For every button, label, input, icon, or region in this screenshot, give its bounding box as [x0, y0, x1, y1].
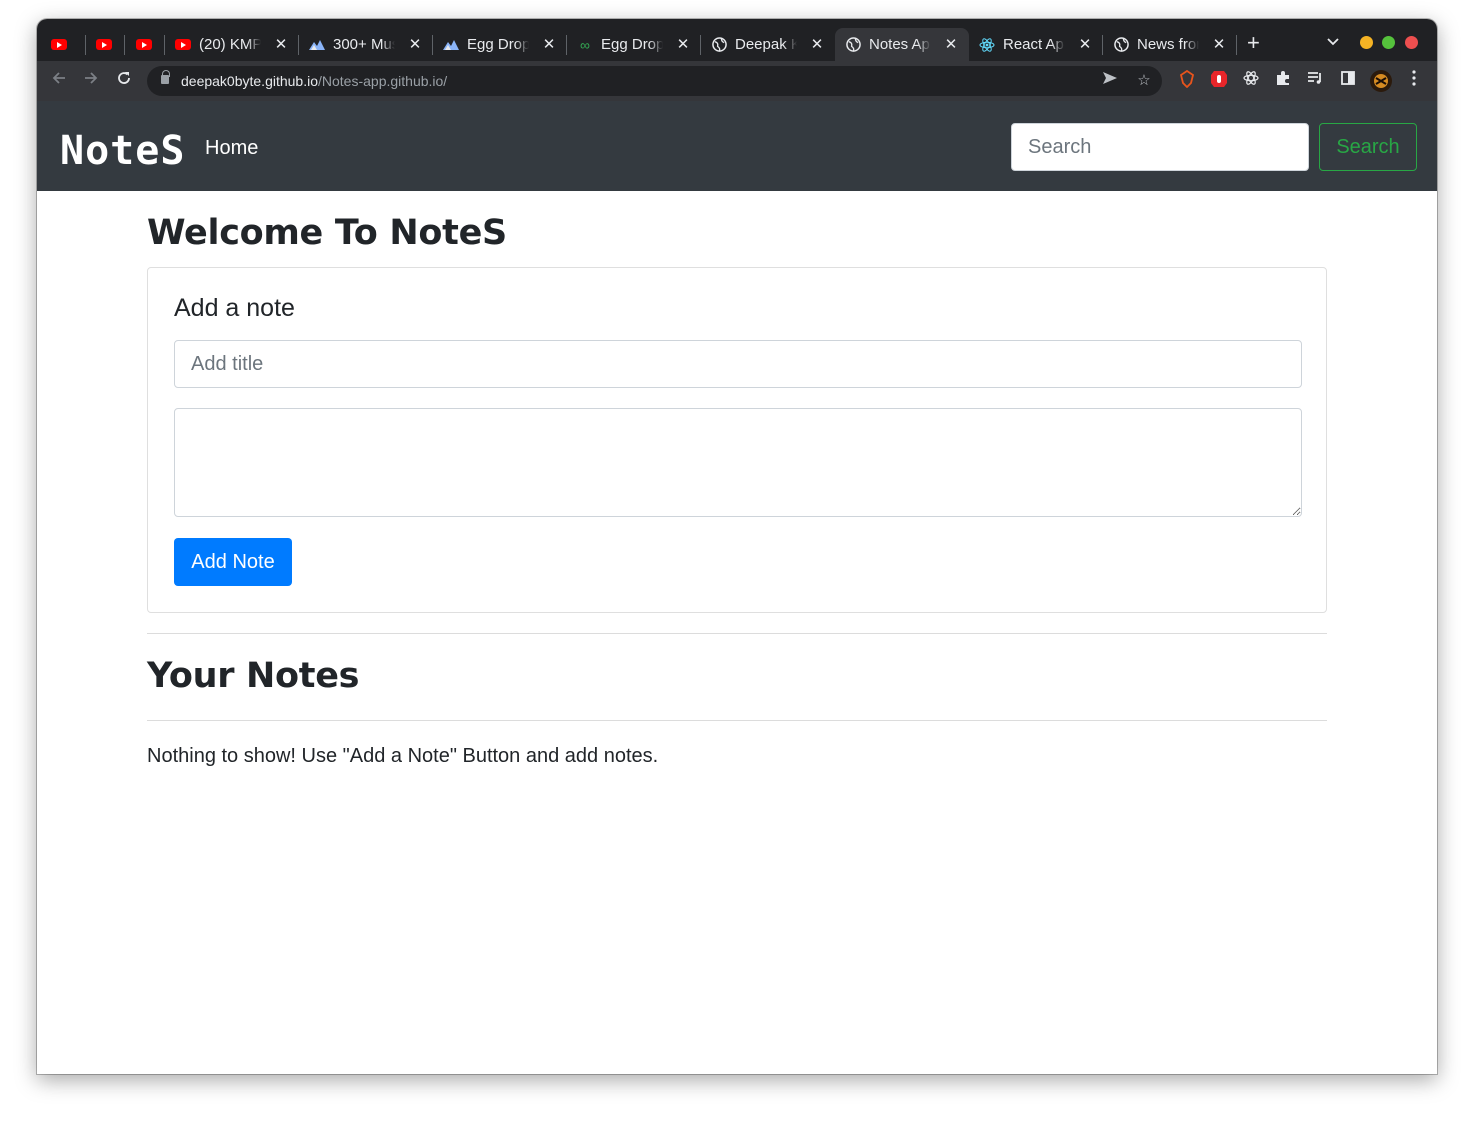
- tab-separator: [1102, 35, 1103, 55]
- tab-egg-drop-2[interactable]: ∞ Egg Drop ✕: [577, 28, 701, 61]
- tab-youtube-kmp[interactable]: (20) KMP ✕: [175, 28, 299, 61]
- browser-toolbar: deepak0byte.github.io/Notes-app.github.i…: [37, 61, 1437, 101]
- tab-react-app[interactable]: React App ✕: [979, 28, 1103, 61]
- site-navbar: NoteS Home Search: [37, 101, 1437, 191]
- back-arrow-icon[interactable]: [48, 70, 70, 92]
- note-body-textarea[interactable]: [174, 408, 1302, 517]
- empty-notes-message: Nothing to show! Use "Add a Note" Button…: [147, 745, 659, 767]
- tab-youtube-3[interactable]: [136, 28, 166, 61]
- close-icon[interactable]: ✕: [273, 35, 289, 53]
- globe-icon: [845, 37, 861, 53]
- side-panel-icon[interactable]: [1337, 70, 1359, 92]
- send-tab-icon[interactable]: [1100, 71, 1120, 91]
- chevron-down-icon[interactable]: [1327, 33, 1339, 49]
- add-note-button[interactable]: Add Note: [174, 538, 292, 586]
- tab-separator: [164, 35, 165, 55]
- url-text[interactable]: deepak0byte.github.io/Notes-app.github.i…: [181, 73, 447, 89]
- tab-title: Notes Ap: [869, 36, 930, 53]
- divider: [147, 633, 1327, 634]
- mountain-icon: [309, 37, 325, 53]
- close-window-button[interactable]: [1405, 36, 1418, 49]
- tab-title: News fron: [1137, 36, 1199, 53]
- close-icon[interactable]: ✕: [541, 35, 557, 53]
- tab-notes-active[interactable]: Notes Ap ✕: [835, 28, 969, 61]
- youtube-icon: [175, 37, 191, 53]
- close-icon[interactable]: ✕: [943, 35, 959, 53]
- tab-separator: [1236, 35, 1237, 55]
- browser-window: (20) KMP ✕ 300+ Mus ✕ Egg Drop ✕ ∞ Egg D…: [37, 19, 1437, 1074]
- close-icon[interactable]: ✕: [1077, 35, 1093, 53]
- media-queue-icon[interactable]: [1304, 70, 1326, 92]
- note-title-input[interactable]: [174, 340, 1302, 388]
- address-bar[interactable]: deepak0byte.github.io/Notes-app.github.i…: [147, 66, 1162, 96]
- bookmark-star-icon[interactable]: ☆: [1134, 71, 1154, 91]
- web-page: NoteS Home Search Welcome To NoteS Add a…: [37, 101, 1437, 1074]
- infinity-icon: ∞: [580, 36, 590, 53]
- minimize-button[interactable]: [1360, 36, 1373, 49]
- search-button[interactable]: Search: [1319, 123, 1417, 171]
- reload-icon[interactable]: [113, 70, 135, 92]
- youtube-icon: [51, 37, 67, 53]
- tab-separator: [85, 35, 86, 55]
- close-icon[interactable]: ✕: [675, 35, 691, 53]
- tab-separator: [298, 35, 299, 55]
- tab-title: Egg Drop: [601, 36, 663, 53]
- tab-separator: [566, 35, 567, 55]
- tab-title: (20) KMP: [199, 36, 261, 53]
- tab-separator: [700, 35, 701, 55]
- tab-youtube-1[interactable]: [51, 28, 81, 61]
- tab-title: React App: [1003, 36, 1065, 53]
- youtube-icon: [136, 37, 152, 53]
- tab-title: Egg Drop: [467, 36, 529, 53]
- forward-arrow-icon[interactable]: [80, 70, 102, 92]
- lock-icon: [161, 70, 170, 84]
- tab-title: 300+ Mus: [333, 36, 395, 53]
- tab-title: Deepak K: [735, 36, 797, 53]
- new-tab-plus-icon[interactable]: +: [1247, 32, 1260, 54]
- close-icon[interactable]: ✕: [407, 35, 423, 53]
- brand-logo[interactable]: NoteS: [60, 129, 185, 173]
- puzzle-extensions-icon[interactable]: [1272, 70, 1294, 92]
- tab-news[interactable]: News fron ✕: [1113, 28, 1237, 61]
- tab-separator: [432, 35, 433, 55]
- close-icon[interactable]: ✕: [1211, 35, 1227, 53]
- notes-section-title: Your Notes: [147, 656, 360, 696]
- mountain-icon: [443, 37, 459, 53]
- tab-youtube-2[interactable]: [96, 28, 126, 61]
- avatar[interactable]: [1370, 70, 1392, 92]
- adblock-hand-icon[interactable]: [1208, 70, 1230, 92]
- close-icon[interactable]: ✕: [809, 35, 825, 53]
- globe-icon: [1113, 37, 1129, 53]
- card-title: Add a note: [174, 294, 295, 322]
- tab-egg-drop-1[interactable]: Egg Drop ✕: [443, 28, 567, 61]
- tab-deepak[interactable]: Deepak K ✕: [711, 28, 835, 61]
- react-devtools-icon[interactable]: [1240, 70, 1262, 92]
- tab-music[interactable]: 300+ Mus ✕: [309, 28, 433, 61]
- search-input[interactable]: [1011, 123, 1309, 171]
- add-note-card: Add a note Add Note: [147, 267, 1327, 613]
- tab-strip: (20) KMP ✕ 300+ Mus ✕ Egg Drop ✕ ∞ Egg D…: [37, 19, 1437, 61]
- tab-separator: [124, 35, 125, 55]
- youtube-icon: [96, 37, 112, 53]
- nav-home-link[interactable]: Home: [205, 137, 258, 160]
- page-title: Welcome To NoteS: [147, 213, 507, 253]
- kebab-menu-icon[interactable]: [1403, 70, 1425, 92]
- maximize-button[interactable]: [1382, 36, 1395, 49]
- react-icon: [979, 37, 995, 53]
- globe-icon: [711, 37, 727, 53]
- extension-icon[interactable]: [1176, 69, 1198, 92]
- divider: [147, 720, 1327, 721]
